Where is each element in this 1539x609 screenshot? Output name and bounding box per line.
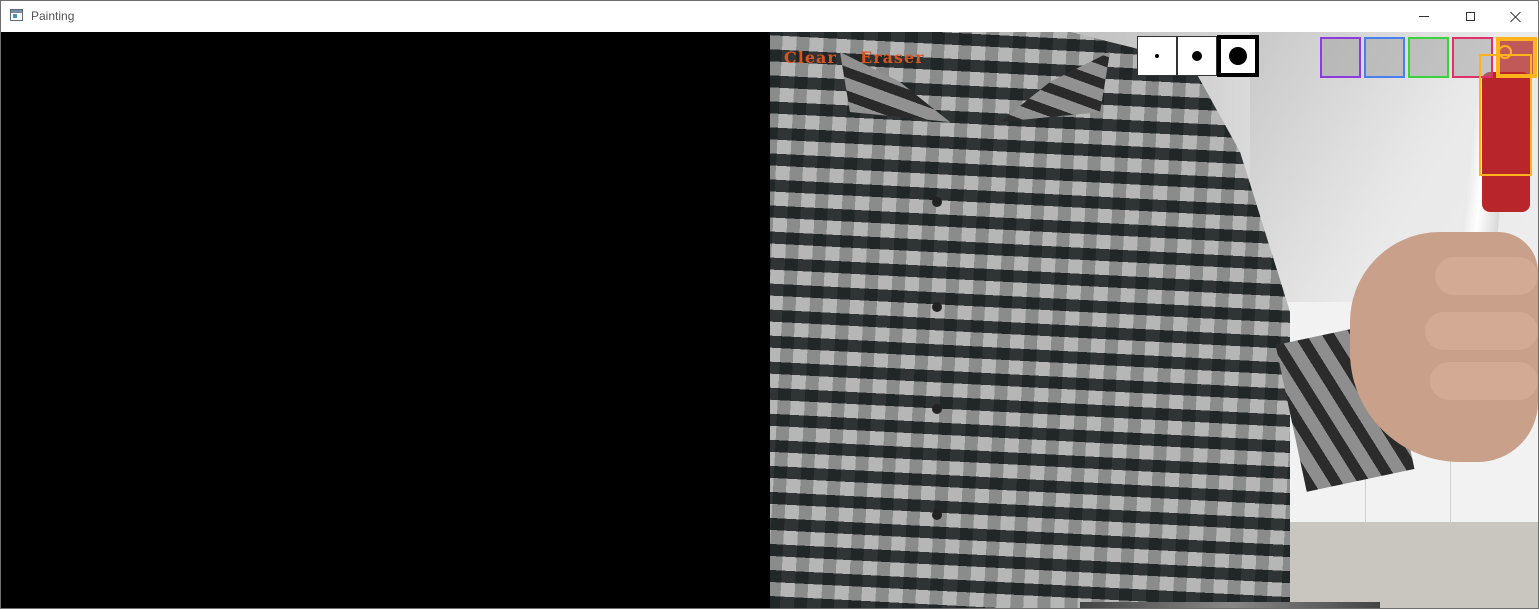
shirt-button [932, 510, 942, 520]
camera-artifact [1080, 602, 1380, 608]
maximize-button[interactable] [1447, 1, 1493, 32]
minimize-button[interactable] [1401, 1, 1447, 32]
maximize-icon [1465, 12, 1475, 21]
eraser-button[interactable]: Eraser [860, 48, 925, 67]
close-button[interactable] [1493, 1, 1538, 32]
color-swatch-purple[interactable] [1320, 37, 1361, 78]
drawing-canvas[interactable] [1, 32, 770, 608]
title-bar[interactable]: Painting [1, 1, 1538, 32]
clear-button[interactable]: Clear [784, 48, 837, 67]
shirt-button [932, 302, 942, 312]
close-icon [1510, 11, 1522, 23]
brush-dot-medium-icon [1192, 51, 1202, 61]
marker-tracking-box [1479, 54, 1532, 176]
brush-dot-large-icon [1229, 47, 1247, 65]
marker-tip-indicator [1498, 45, 1512, 59]
shirt-button [932, 197, 942, 207]
camera-feed: Clear Eraser [770, 32, 1538, 608]
window-title: Painting [31, 9, 75, 23]
minimize-icon [1419, 16, 1429, 17]
window-content: Clear Eraser [1, 32, 1538, 608]
brush-size-medium-button[interactable] [1177, 36, 1217, 76]
color-swatch-blue[interactable] [1364, 37, 1405, 78]
brush-dot-small-icon [1155, 54, 1159, 58]
brush-size-large-button[interactable] [1217, 35, 1259, 77]
finger [1430, 362, 1538, 400]
finger [1425, 312, 1538, 350]
brush-size-small-button[interactable] [1137, 36, 1177, 76]
painting-window: Painting Clear Eraser [0, 0, 1539, 609]
finger [1435, 257, 1538, 295]
app-window-icon [10, 9, 23, 21]
color-swatch-green[interactable] [1408, 37, 1449, 78]
shirt-button [932, 404, 942, 414]
